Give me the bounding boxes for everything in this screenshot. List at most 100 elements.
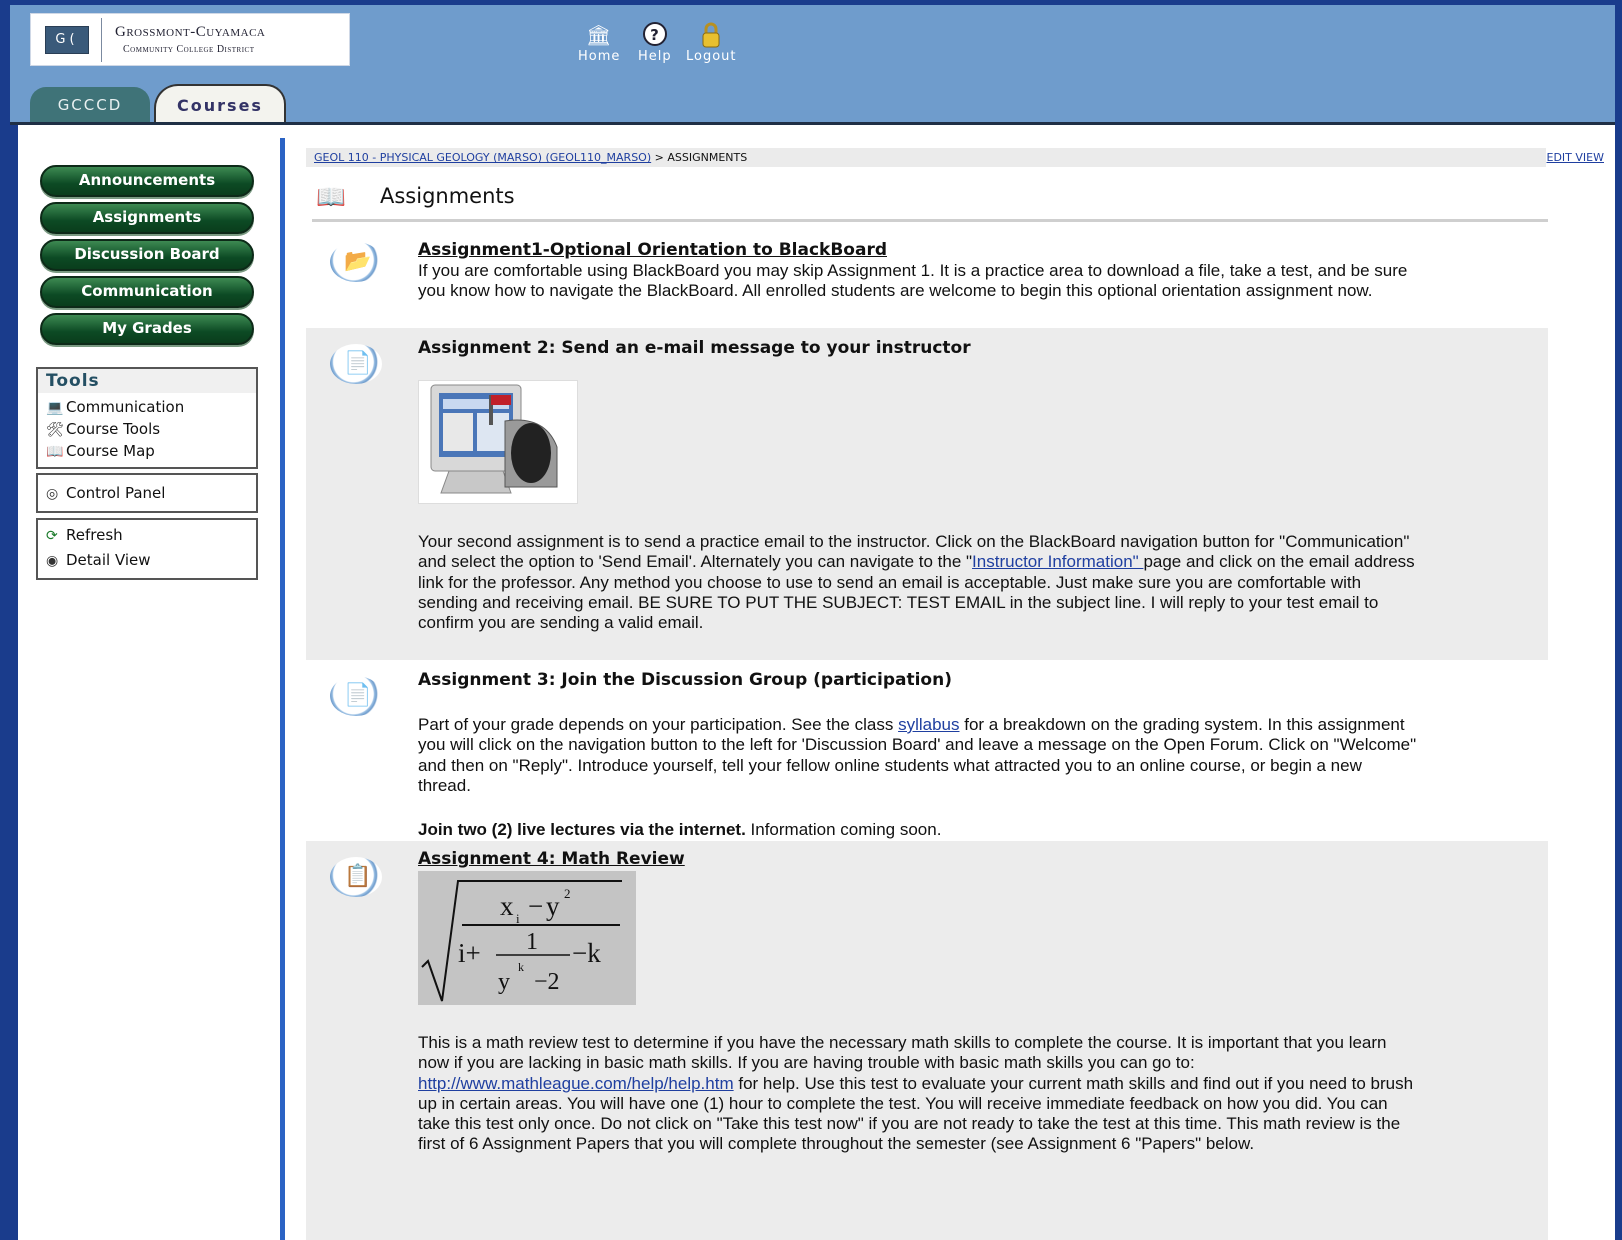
sidebar-divider [280, 138, 285, 1240]
assignment-3-title: Assignment 3: Join the Discussion Group … [418, 670, 952, 690]
lock-icon [686, 21, 737, 49]
instructor-information-link[interactable]: Instructor Information" [972, 552, 1143, 571]
top-header: G( Grossmont-Cuyamaca Community College … [10, 5, 1615, 124]
breadcrumb-course-link[interactable]: GEOL 110 - PHYSICAL GEOLOGY (MARSO) (GEO… [306, 151, 651, 164]
logout-link[interactable]: Logout [686, 21, 737, 64]
live-lectures-note: Join two (2) live lectures via the inter… [418, 820, 1418, 840]
nav-button-announcements[interactable]: Announcements [40, 165, 254, 197]
assignment-1-title[interactable]: Assignment1-Optional Orientation to Blac… [418, 240, 887, 260]
left-frame-edge [10, 125, 18, 1240]
folder-icon: 📂 [344, 248, 372, 273]
assignment-3-text-before: Part of your grade depends on your parti… [418, 715, 899, 734]
computer-icon: 💻 [46, 400, 64, 416]
tools-box: Tools 💻 Communication 🛠 Course Tools 📖 Cour… [36, 367, 258, 469]
formula-x: x [500, 891, 514, 921]
refresh-icon: ⟳ [46, 528, 58, 544]
page-title: Assignments [380, 184, 515, 208]
control-panel-link[interactable]: ◎ Control Panel [38, 482, 256, 504]
assignment-1: 📂 Assignment1-Optional Orientation to Bl… [306, 230, 1548, 328]
tool-course-map-label: Course Map [66, 442, 155, 460]
formula-minus-k: −k [572, 938, 601, 968]
nav-button-communication[interactable]: Communication [40, 276, 254, 308]
tool-course-tools[interactable]: 🛠 Course Tools [38, 418, 256, 440]
edit-view-link[interactable]: EDIT VIEW [1547, 148, 1604, 167]
detail-view-label: Detail View [66, 551, 151, 569]
tool-course-tools-label: Course Tools [66, 420, 161, 438]
logo-mark-icon: G( [45, 26, 89, 54]
logo-name: Grossmont-Cuyamaca [115, 24, 266, 40]
tools-icon: 🛠 [46, 422, 64, 438]
assignment-1-icon-frame: 📂 [330, 242, 382, 282]
formula-sup-k: k [518, 960, 524, 974]
title-divider [312, 219, 1548, 222]
browser-page: G( Grossmont-Cuyamaca Community College … [10, 5, 1615, 1240]
assignment-4-icon-frame: 📋 [330, 857, 382, 897]
nav-button-my-grades[interactable]: My Grades [40, 313, 254, 345]
tab-courses[interactable]: Courses [154, 84, 286, 124]
assignment-2: 📄 Assignment 2: Send an e-mail message t… [306, 328, 1548, 660]
assignment-2-icon-frame: 📄 [330, 344, 382, 384]
header-divider [10, 122, 1615, 125]
college-logo[interactable]: G( Grossmont-Cuyamaca Community College … [30, 13, 350, 66]
view-options-box: ⟳ Refresh ◉ Detail View [36, 518, 258, 580]
breadcrumb-current: ASSIGNMENTS [667, 151, 748, 164]
tool-communication-label: Communication [66, 398, 185, 416]
assignment-4-title[interactable]: Assignment 4: Math Review [418, 849, 685, 869]
mathleague-link[interactable]: http://www.mathleague.com/help/help.htm [418, 1074, 734, 1093]
formula-minus-2: −2 [534, 969, 560, 995]
formula-one: 1 [526, 929, 538, 955]
breadcrumb: GEOL 110 - PHYSICAL GEOLOGY (MARSO) (GEO… [306, 148, 1546, 167]
computer-mailbox-image [418, 380, 578, 504]
breadcrumb-separator: > [651, 151, 668, 164]
formula-sup-2: 2 [564, 886, 571, 901]
detail-view-link[interactable]: ◉ Detail View [38, 549, 256, 571]
live-lectures-text: Information coming soon. [745, 820, 942, 839]
svg-text:?: ? [650, 26, 660, 44]
tab-gcccd[interactable]: GCCCD [30, 87, 150, 122]
open-book-icon: 📖 [316, 184, 346, 211]
assignment-4: 📋 Assignment 4: Math Review x i − y 2 i+… [306, 841, 1548, 1240]
refresh-label: Refresh [66, 526, 123, 544]
assignment-2-title: Assignment 2: Send an e-mail message to … [418, 338, 971, 358]
assignment-3-text: Part of your grade depends on your parti… [418, 715, 1418, 796]
formula-sub-i: i [516, 911, 520, 926]
logo-subtitle: Community College District [123, 44, 255, 55]
detail-view-icon: ◉ [46, 553, 59, 569]
logo-divider [101, 18, 102, 62]
document-icon: 📄 [344, 350, 372, 375]
assignment-3: 📄 Assignment 3: Join the Discussion Grou… [306, 660, 1548, 841]
formula-i-plus: i+ [458, 938, 481, 968]
math-formula-image: x i − y 2 i+ 1 y k −2 −k [418, 871, 636, 1005]
refresh-link[interactable]: ⟳ Refresh [38, 524, 256, 546]
tool-course-map[interactable]: 📖 Course Map [38, 440, 256, 462]
control-panel-icon: ◎ [46, 486, 59, 502]
tools-title: Tools [38, 369, 256, 393]
home-icon: 🏛 [586, 23, 613, 47]
help-icon: ? [638, 21, 672, 49]
book-icon: 📖 [46, 444, 64, 460]
formula-y-den: y [498, 969, 510, 995]
content-area: GEOL 110 - PHYSICAL GEOLOGY (MARSO) (GEO… [300, 135, 1610, 1240]
clipboard-pencil-icon: 📋 [344, 863, 372, 888]
course-menu: Announcements Assignments Discussion Boa… [18, 135, 280, 1240]
live-lectures-bold: Join two (2) live lectures via the inter… [418, 820, 746, 839]
help-link[interactable]: ? Help [638, 21, 672, 64]
assignment-3-icon-frame: 📄 [330, 676, 382, 716]
assignment-4-text: This is a math review test to determine … [418, 1033, 1418, 1155]
document-icon: 📄 [344, 682, 372, 707]
assignment-4-text-before: This is a math review test to determine … [418, 1033, 1387, 1073]
formula-minus: − [528, 891, 543, 921]
tool-communication[interactable]: 💻 Communication [38, 396, 256, 418]
help-label: Help [638, 49, 672, 64]
home-label: Home [578, 49, 621, 64]
formula-y: y [546, 891, 560, 921]
nav-button-assignments[interactable]: Assignments [40, 202, 254, 234]
syllabus-link[interactable]: syllabus [898, 715, 959, 734]
nav-button-discussion-board[interactable]: Discussion Board [40, 239, 254, 271]
assignment-1-text: If you are comfortable using BlackBoard … [418, 261, 1408, 301]
assignment-2-text: Your second assignment is to send a prac… [418, 532, 1418, 633]
control-panel-box: ◎ Control Panel [36, 473, 258, 513]
home-link[interactable]: 🏛 Home [578, 21, 620, 64]
logout-label: Logout [686, 49, 737, 64]
control-panel-label: Control Panel [66, 484, 166, 502]
